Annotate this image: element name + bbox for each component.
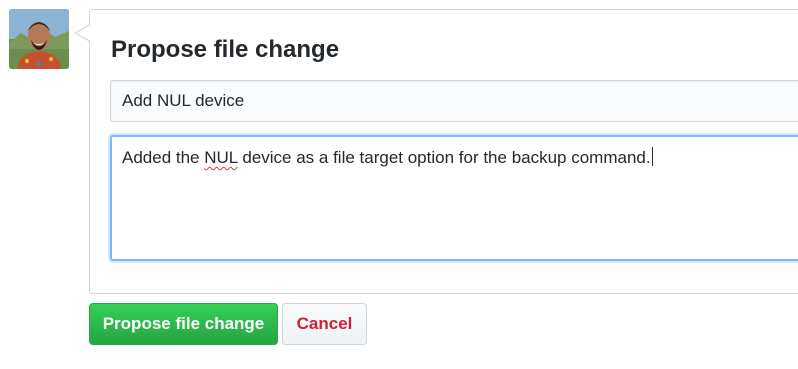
- propose-file-change-button[interactable]: Propose file change: [89, 303, 278, 345]
- description-text-rest: device as a file target option for the b…: [237, 148, 651, 167]
- commit-summary-input[interactable]: Add NUL device: [110, 80, 798, 122]
- user-avatar-icon[interactable]: [9, 9, 69, 69]
- cancel-button[interactable]: Cancel: [282, 303, 367, 345]
- form-title: Propose file change: [111, 36, 340, 63]
- description-text: Added the: [122, 148, 205, 167]
- propose-change-panel: Propose file change Add NUL device Added…: [74, 9, 798, 294]
- misspelled-word: NUL: [204, 148, 238, 167]
- commit-description-textarea[interactable]: Added the NUL device as a file target op…: [110, 135, 798, 261]
- text-cursor: [651, 147, 653, 166]
